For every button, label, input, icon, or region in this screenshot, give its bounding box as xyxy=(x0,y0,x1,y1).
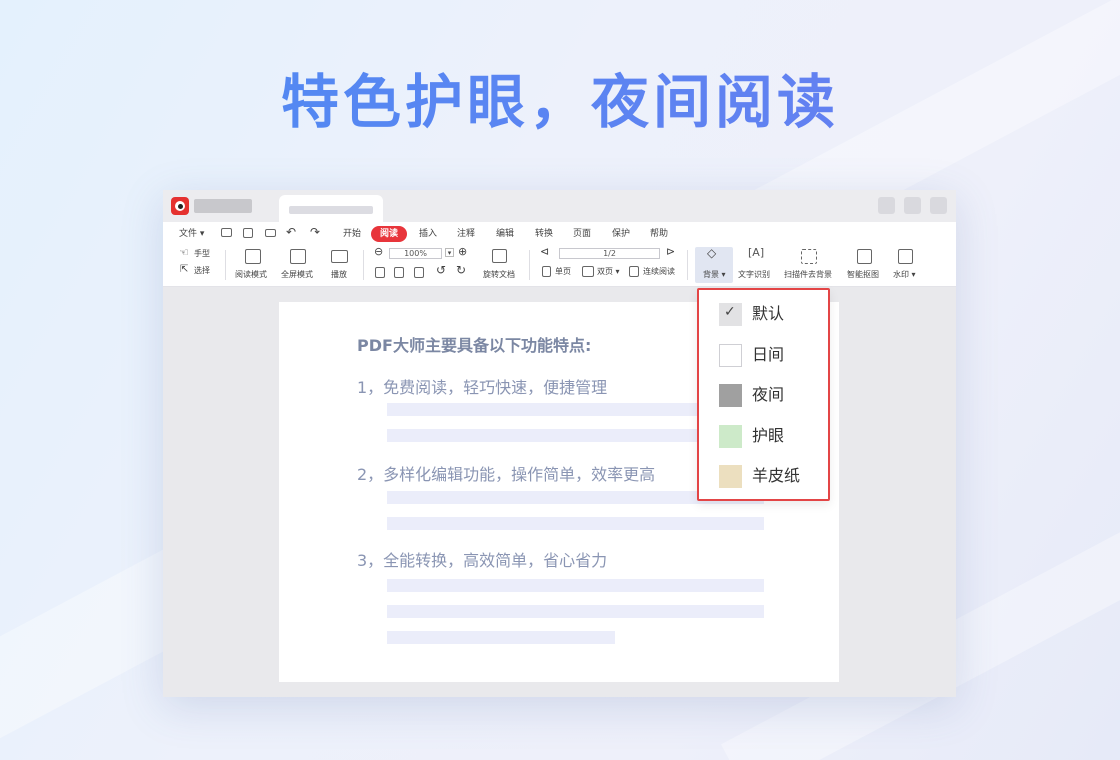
print-icon[interactable] xyxy=(265,229,276,237)
menu-insert[interactable]: 插入 xyxy=(419,227,437,241)
menu-edit[interactable]: 编辑 xyxy=(496,227,514,241)
menu-bar: 文件 ▾ ↶ ↷ 开始 阅读 插入 注释 编辑 转换 页面 保护 帮助 xyxy=(163,225,956,242)
option-label: 羊皮纸 xyxy=(752,466,801,485)
title-bar xyxy=(163,190,956,222)
zoom-out-icon[interactable]: ⊖ xyxy=(374,246,383,257)
redo-icon[interactable]: ↷ xyxy=(310,225,320,239)
rotate-document-icon[interactable] xyxy=(492,249,507,263)
feature-item: 1，免费阅读，轻巧快速，便捷管理 xyxy=(357,378,608,397)
background-option-parchment[interactable]: 羊皮纸 xyxy=(719,464,824,488)
toolbar-divider xyxy=(529,250,530,280)
continuous-read-icon[interactable] xyxy=(629,266,639,277)
zoom-input[interactable]: 100% xyxy=(389,248,442,259)
background-option-night[interactable]: 夜间 xyxy=(719,383,824,407)
app-name-placeholder xyxy=(194,199,252,213)
menu-read[interactable]: 阅读 xyxy=(371,226,408,242)
menu-protect[interactable]: 保护 xyxy=(612,227,630,241)
hand-icon[interactable]: ☜ xyxy=(179,247,189,258)
option-label: 护眼 xyxy=(752,426,785,445)
headline: 特色护眼，夜间阅读 xyxy=(0,66,1120,138)
watermark-label[interactable]: 水印 ▾ xyxy=(893,270,916,280)
hand-tool-label[interactable]: 手型 xyxy=(194,249,210,259)
feature-item: 2，多样化编辑功能，操作简单，效率更高 xyxy=(357,465,656,484)
document-title: PDF大师主要具备以下功能特点: xyxy=(357,336,592,355)
double-page-icon[interactable] xyxy=(582,266,594,277)
background-option-day[interactable]: 日间 xyxy=(719,343,824,367)
undo-icon[interactable]: ↶ xyxy=(286,225,296,239)
swatch-eye-care xyxy=(719,425,742,448)
ocr-label[interactable]: 文字识别 xyxy=(738,270,770,280)
ribbon: 文件 ▾ ↶ ↷ 开始 阅读 插入 注释 编辑 转换 页面 保护 帮助 ☜ 手型… xyxy=(163,222,956,287)
background-option-eye-care[interactable]: 护眼 xyxy=(719,424,824,448)
menu-annotate[interactable]: 注释 xyxy=(457,227,475,241)
zoom-dropdown-icon[interactable]: ▾ xyxy=(445,248,454,257)
menu-convert[interactable]: 转换 xyxy=(535,227,553,241)
app-logo-icon xyxy=(171,197,189,215)
single-page-label[interactable]: 单页 xyxy=(555,267,571,277)
select-arrow-icon[interactable]: ⇱ xyxy=(180,265,188,275)
menu-page[interactable]: 页面 xyxy=(573,227,591,241)
read-mode-icon[interactable] xyxy=(245,249,261,264)
swatch-default: ✓ xyxy=(719,303,742,326)
text-line-placeholder xyxy=(387,631,615,644)
select-tool-label[interactable]: 选择 xyxy=(194,266,210,276)
check-icon: ✓ xyxy=(724,304,736,320)
smart-cutout-label[interactable]: 智能抠图 xyxy=(847,270,879,280)
app-window: 文件 ▾ ↶ ↷ 开始 阅读 插入 注释 编辑 转换 页面 保护 帮助 ☜ 手型… xyxy=(163,190,956,697)
fullscreen-label[interactable]: 全屏模式 xyxy=(281,270,313,280)
menu-start[interactable]: 开始 xyxy=(343,227,361,241)
feature-item: 3，全能转换，高效简单，省心省力 xyxy=(357,551,608,570)
scan-remove-background-label[interactable]: 扫描件去背景 xyxy=(784,270,832,280)
single-page-icon[interactable] xyxy=(542,266,551,277)
tab-title-placeholder xyxy=(289,206,373,214)
scan-remove-background-icon[interactable] xyxy=(801,249,817,264)
document-tab[interactable] xyxy=(279,195,383,222)
open-folder-icon[interactable] xyxy=(221,228,232,237)
fullscreen-icon[interactable] xyxy=(290,249,306,264)
smart-cutout-icon[interactable] xyxy=(857,249,872,264)
background-icon[interactable]: ◇ xyxy=(707,247,716,259)
read-mode-label[interactable]: 阅读模式 xyxy=(235,270,267,280)
fit-width-icon[interactable] xyxy=(414,267,424,278)
zoom-in-icon[interactable]: ⊕ xyxy=(458,246,467,257)
swatch-parchment xyxy=(719,465,742,488)
watermark-icon[interactable] xyxy=(898,249,913,264)
toolbar-divider xyxy=(363,250,364,280)
close-button[interactable] xyxy=(930,197,947,214)
prev-page-icon[interactable]: ⊲ xyxy=(540,246,549,257)
minimize-button[interactable] xyxy=(878,197,895,214)
rotate-document-label[interactable]: 旋转文档 xyxy=(483,270,515,280)
rotate-left-icon[interactable]: ↺ xyxy=(436,264,446,276)
option-label: 默认 xyxy=(752,304,785,323)
play-label[interactable]: 播放 xyxy=(331,270,347,280)
toolbar-divider xyxy=(687,250,688,280)
play-icon[interactable] xyxy=(331,250,348,263)
actual-size-icon[interactable] xyxy=(394,267,404,278)
background-label[interactable]: 背景 ▾ xyxy=(703,270,726,280)
continuous-read-label[interactable]: 连续阅读 xyxy=(643,267,675,277)
text-line-placeholder xyxy=(387,579,764,592)
text-line-placeholder xyxy=(387,605,764,618)
double-page-label[interactable]: 双页 ▾ xyxy=(597,267,620,277)
option-label: 日间 xyxy=(752,345,785,364)
rotate-right-icon[interactable]: ↻ xyxy=(456,264,466,276)
next-page-icon[interactable]: ⊳ xyxy=(666,246,675,257)
fit-page-icon[interactable] xyxy=(375,267,385,278)
swatch-day xyxy=(719,344,742,367)
toolbar-divider xyxy=(225,250,226,280)
page-input[interactable]: 1/2 xyxy=(559,248,660,259)
menu-file[interactable]: 文件 ▾ xyxy=(179,227,204,241)
background-dropdown: ✓ 默认 日间 夜间 护眼 羊皮纸 xyxy=(697,288,830,501)
save-icon[interactable] xyxy=(243,228,253,238)
ocr-icon[interactable]: [A] xyxy=(748,247,764,258)
menu-help[interactable]: 帮助 xyxy=(650,227,668,241)
maximize-button[interactable] xyxy=(904,197,921,214)
text-line-placeholder xyxy=(387,517,764,530)
option-label: 夜间 xyxy=(752,385,785,404)
swatch-night xyxy=(719,384,742,407)
background-option-default[interactable]: ✓ 默认 xyxy=(719,302,824,326)
